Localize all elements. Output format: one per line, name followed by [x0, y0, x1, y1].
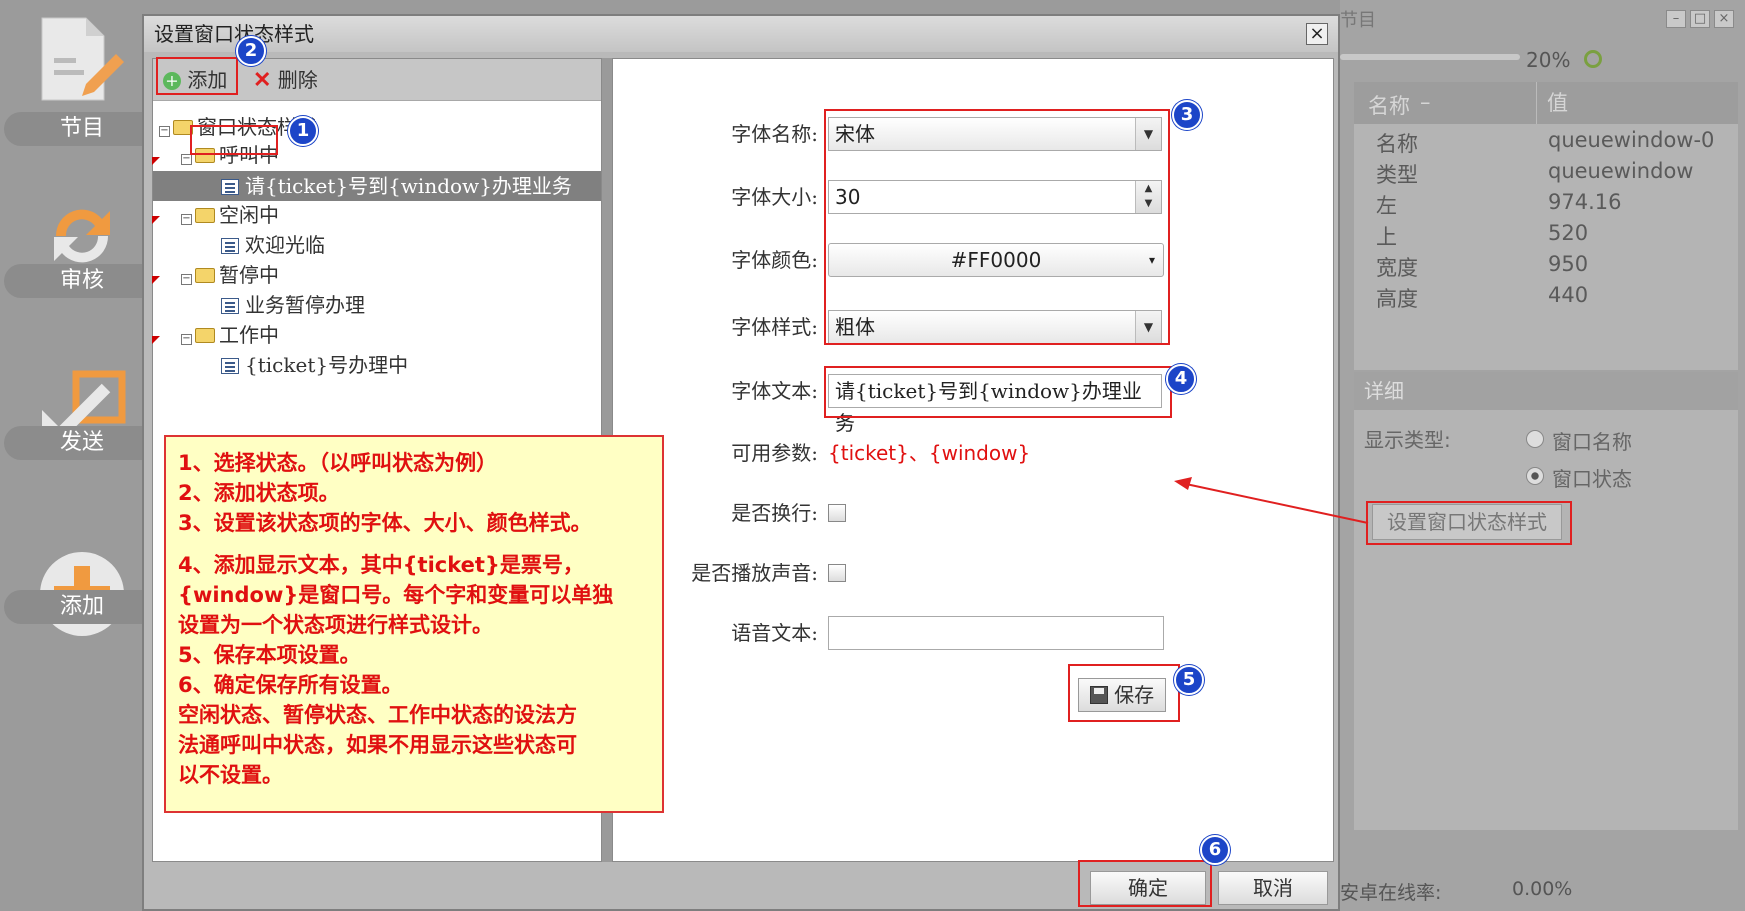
step-badge-2: 2	[236, 36, 266, 66]
note-line: 6、确定保存所有设置。	[178, 673, 403, 697]
note-line: 设置为一个状态项进行样式设计。	[178, 613, 493, 637]
instruction-note: 1、选择状态。（以呼叫状态为例） 2、添加状态项。 3、设置该状态项的字体、大小…	[164, 435, 664, 813]
note-line: 法通呼叫中状态，如果不用显示这些状态可	[178, 733, 577, 757]
note-line: 以不设置。	[178, 763, 283, 787]
note-line: 4、添加显示文本，其中{ticket}是票号，	[178, 553, 584, 577]
note-line: 5、保存本项设置。	[178, 643, 361, 667]
step-badge-5: 5	[1174, 665, 1204, 695]
step-badge-3: 3	[1172, 100, 1202, 130]
note-line: 2、添加状态项。	[178, 481, 340, 505]
note-line: {window}是窗口号。每个字和变量可以单独	[178, 583, 614, 607]
note-line: 1、选择状态。（以呼叫状态为例）	[178, 451, 498, 475]
note-line: 空闲状态、暂停状态、工作中状态的设法方	[178, 703, 577, 727]
step-badge-1: 1	[288, 116, 318, 146]
note-line: 3、设置该状态项的字体、大小、颜色样式。	[178, 511, 592, 535]
step-badge-6: 6	[1200, 835, 1230, 865]
step-badge-4: 4	[1166, 364, 1196, 394]
